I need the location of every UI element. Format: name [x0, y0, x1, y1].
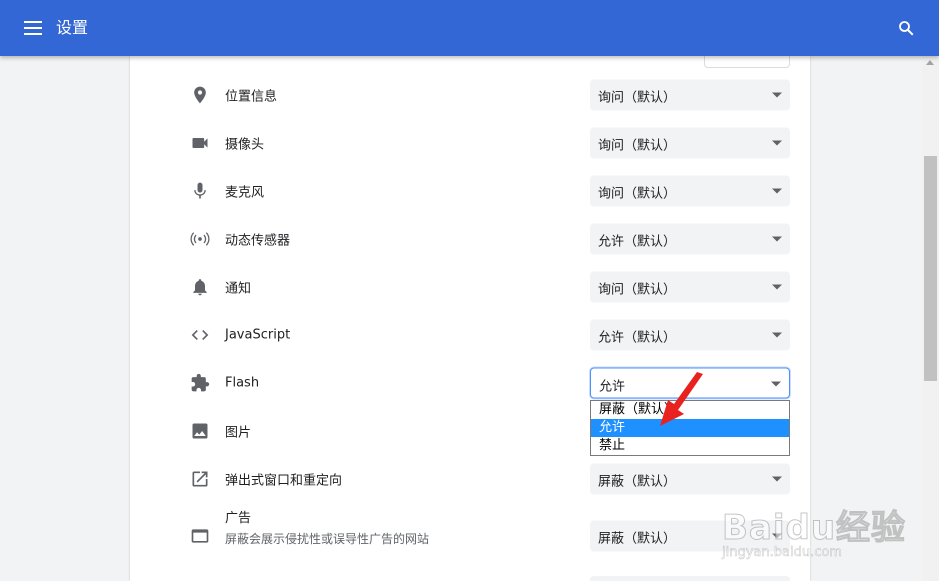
sensors-select[interactable]: 允许（默认） — [590, 223, 790, 255]
open-in-new-icon — [190, 469, 210, 489]
notifications-select[interactable]: 询问（默认） — [590, 271, 790, 303]
setting-label: 广告 — [225, 511, 252, 526]
setting-row-location: 位置信息 询问（默认） — [130, 71, 810, 119]
search-icon[interactable] — [897, 19, 915, 37]
setting-row-ads: 广告 屏蔽会展示侵扰性或误导性广告的网站 屏蔽（默认） — [130, 507, 810, 565]
settings-card: 位置信息 询问（默认） 摄像头 询问（默认） 麦克风 询问（默认） 动态传感器 … — [130, 56, 810, 581]
setting-label: 图片 — [225, 425, 252, 441]
setting-row-notifications: 通知 询问（默认） — [130, 263, 810, 311]
setting-label: 麦克风 — [225, 185, 265, 201]
caret-down-icon — [772, 284, 782, 290]
caret-down-icon — [771, 381, 781, 387]
setting-row-javascript: JavaScript 允许（默认） — [130, 311, 810, 359]
baidu-watermark: Baidu经验 jingyan.baidu.com — [721, 480, 922, 580]
select-value: 询问（默认） — [598, 282, 677, 298]
caret-down-icon — [772, 188, 782, 194]
location-select[interactable]: 询问（默认） — [590, 79, 790, 111]
select-value: 询问（默认） — [598, 186, 677, 202]
watermark-url: jingyan.baidu.com — [722, 545, 842, 561]
camera-icon — [190, 133, 210, 153]
select-value: 允许（默认） — [598, 330, 677, 346]
ads-window-icon — [190, 526, 210, 546]
setting-sublabel: 屏蔽会展示侵扰性或误导性广告的网站 — [225, 532, 430, 546]
code-icon — [190, 325, 210, 345]
page-title: 设置 — [56, 18, 89, 37]
caret-down-icon — [772, 92, 782, 98]
select-value: 询问（默认） — [598, 138, 677, 154]
vertical-scrollbar[interactable] — [922, 56, 939, 581]
select-value: 屏蔽（默认） — [598, 474, 677, 490]
javascript-select[interactable]: 允许（默认） — [590, 319, 790, 351]
microphone-icon — [190, 181, 210, 201]
microphone-select[interactable]: 询问（默认） — [590, 175, 790, 207]
puzzle-icon — [190, 373, 210, 393]
setting-label: Flash — [225, 375, 260, 391]
scroll-up-icon[interactable] — [926, 60, 934, 65]
setting-label: 通知 — [225, 281, 252, 297]
notification-bell-icon — [190, 277, 210, 297]
setting-row-sensors: 动态传感器 允许（默认） — [130, 215, 810, 263]
dropdown-option-forbid[interactable]: 禁止 — [591, 437, 789, 455]
caret-down-icon — [772, 140, 782, 146]
app-header: 设置 — [0, 0, 939, 56]
setting-label: JavaScript — [225, 327, 291, 343]
setting-row-microphone: 麦克风 询问（默认） — [130, 167, 810, 215]
scroll-thumb[interactable] — [924, 156, 937, 381]
caret-down-icon — [772, 236, 782, 242]
partial-button[interactable] — [704, 56, 790, 68]
select-value: 询问（默认） — [598, 90, 677, 106]
select-value: 屏蔽（默认） — [598, 531, 677, 547]
select-value: 允许 — [599, 379, 626, 395]
sensors-icon — [190, 229, 210, 249]
setting-row-popups: 弹出式窗口和重定向 屏蔽（默认） — [130, 455, 810, 503]
annotation-arrow-icon — [660, 372, 703, 426]
setting-label: 弹出式窗口和重定向 — [225, 473, 343, 489]
watermark-brand: Baidu经验 — [721, 508, 907, 549]
setting-label: 位置信息 — [225, 89, 278, 105]
menu-icon[interactable] — [24, 21, 42, 35]
caret-down-icon — [772, 332, 782, 338]
location-icon — [190, 85, 210, 105]
image-icon — [190, 421, 210, 441]
select-value: 允许（默认） — [598, 234, 677, 250]
setting-row-camera: 摄像头 询问（默认） — [130, 119, 810, 167]
setting-label: 动态传感器 — [225, 233, 291, 249]
setting-label: 摄像头 — [225, 137, 265, 153]
camera-select[interactable]: 询问（默认） — [590, 127, 790, 159]
